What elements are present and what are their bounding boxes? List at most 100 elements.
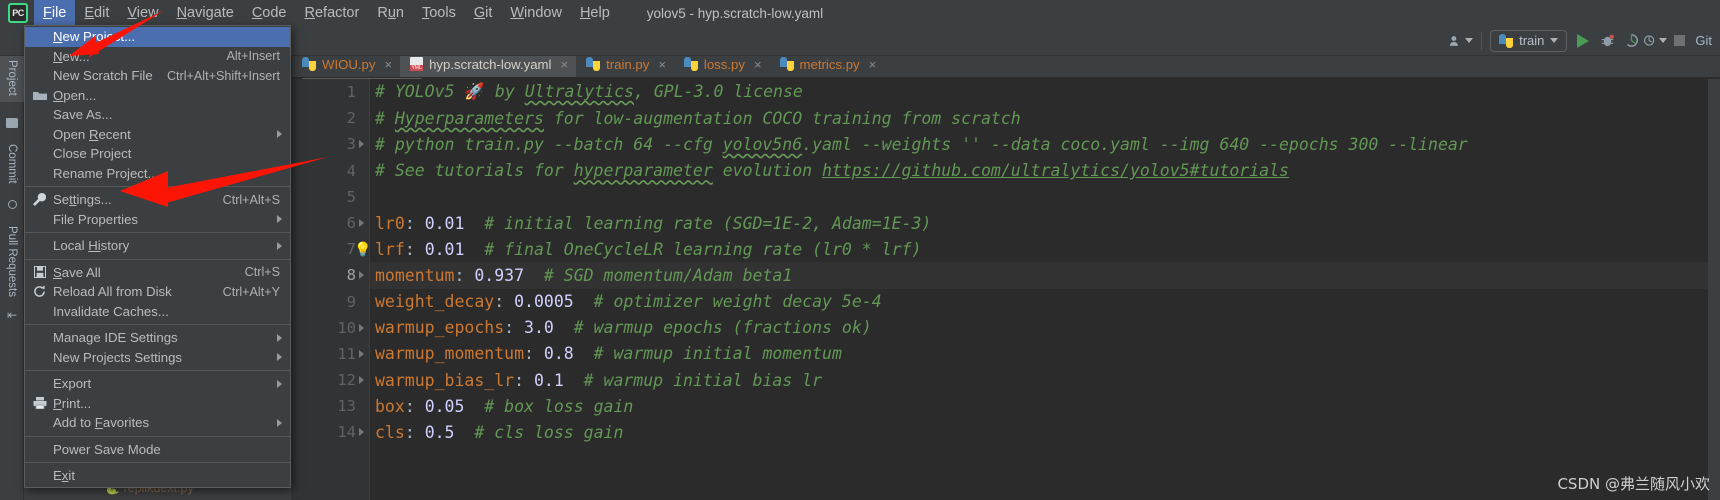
- code-line[interactable]: # python train.py --batch 64 --cfg yolov…: [370, 131, 1720, 157]
- file-menu-item-exit[interactable]: Exit: [25, 466, 290, 486]
- fold-slot[interactable]: [356, 393, 369, 419]
- coverage-button[interactable]: [1619, 30, 1643, 52]
- sidebar-item-pull-requests[interactable]: Pull Requests: [0, 220, 24, 303]
- menu-run[interactable]: Run: [368, 0, 413, 26]
- code-line[interactable]: lr0: 0.01 # initial learning rate (SGD=1…: [370, 210, 1720, 236]
- fold-arrow-icon[interactable]: [359, 376, 364, 385]
- file-menu-item-new-projects-settings[interactable]: New Projects Settings: [25, 348, 290, 368]
- file-menu-item-export[interactable]: Export: [25, 374, 290, 394]
- file-menu-item-open-recent[interactable]: Open Recent: [25, 125, 290, 145]
- file-menu-item-local-history[interactable]: Local History: [25, 236, 290, 256]
- code-line[interactable]: warmup_bias_lr: 0.1 # warmup initial bia…: [370, 367, 1720, 393]
- close-icon[interactable]: ×: [869, 57, 877, 72]
- code-line[interactable]: momentum: 0.937 # SGD momentum/Adam beta…: [370, 262, 1720, 289]
- fold-arrow-icon[interactable]: [359, 140, 364, 149]
- menu-refactor[interactable]: Refactor: [296, 0, 369, 26]
- commit-icon: [8, 200, 17, 209]
- fold-slot[interactable]: [356, 158, 369, 184]
- fold-slot[interactable]: [356, 262, 369, 288]
- file-menu-item-save-all[interactable]: Save All Ctrl+S: [25, 263, 290, 283]
- submenu-arrow-icon: [277, 353, 282, 362]
- yaml-value: 0.8: [543, 344, 574, 364]
- line-number: 1: [346, 83, 356, 101]
- code-line[interactable]: # Hyperparameters for low-augmentation C…: [370, 105, 1720, 131]
- file-menu-item-add-to-favorites[interactable]: Add to Favorites: [25, 413, 290, 433]
- fold-slot[interactable]: 💡: [354, 236, 371, 262]
- fold-arrow-icon[interactable]: [359, 218, 364, 227]
- close-icon[interactable]: ×: [560, 57, 568, 72]
- code-line[interactable]: box: 0.05 # box loss gain: [370, 393, 1720, 419]
- chevron-down-icon: [1465, 38, 1474, 43]
- file-menu-item-save-as[interactable]: Save As...: [25, 105, 290, 125]
- intention-bulb-icon[interactable]: 💡: [354, 241, 371, 257]
- menu-tools[interactable]: Tools: [413, 0, 465, 26]
- close-icon[interactable]: ×: [658, 57, 666, 72]
- code-line[interactable]: weight_decay: 0.0005 # optimizer weight …: [370, 289, 1720, 315]
- code-line[interactable]: warmup_epochs: 3.0 # warmup epochs (frac…: [370, 315, 1720, 341]
- git-toolbar-label[interactable]: Git: [1691, 33, 1716, 48]
- user-icon[interactable]: [1449, 30, 1474, 52]
- menu-item-label: Export: [53, 376, 92, 392]
- menu-window[interactable]: Window: [501, 0, 571, 26]
- file-menu-item-manage-ide-settings[interactable]: Manage IDE Settings: [25, 328, 290, 348]
- code-line[interactable]: lrf: 0.01 # final OneCycleLR learning ra…: [370, 236, 1720, 262]
- file-menu-item-new-project[interactable]: New Project...: [25, 27, 290, 47]
- menu-help[interactable]: Help: [571, 0, 619, 26]
- fold-slot[interactable]: [356, 105, 369, 131]
- gutter-line: 8: [292, 262, 356, 288]
- menu-code[interactable]: Code: [243, 0, 296, 26]
- file-menu-item-file-properties[interactable]: File Properties: [25, 210, 290, 230]
- fold-slot[interactable]: [356, 184, 369, 210]
- code-line[interactable]: # See tutorials for hyperparameter evolu…: [370, 158, 1720, 184]
- menu-item-label: Print...: [53, 395, 92, 411]
- sidebar-item-project[interactable]: Project: [0, 54, 24, 102]
- editor-marker-stripe[interactable]: [1708, 79, 1720, 500]
- close-icon[interactable]: ×: [384, 57, 392, 72]
- file-menu-item-power-save-mode[interactable]: Power Save Mode: [25, 440, 290, 460]
- file-menu-item-new-scratch-file[interactable]: New Scratch File Ctrl+Alt+Shift+Insert: [25, 66, 290, 86]
- fold-slot[interactable]: [356, 210, 369, 236]
- sidebar-item-commit[interactable]: Commit: [0, 138, 24, 190]
- file-menu-item-rename-project[interactable]: Rename Project...: [25, 164, 290, 184]
- menu-view[interactable]: View: [118, 0, 167, 26]
- fold-arrow-icon[interactable]: [359, 428, 364, 437]
- menu-separator: [25, 258, 290, 260]
- fold-slot[interactable]: [356, 419, 369, 445]
- file-menu-item-print[interactable]: Print...: [25, 394, 290, 414]
- menu-edit[interactable]: Edit: [75, 0, 118, 26]
- stop-button[interactable]: [1667, 30, 1691, 52]
- fold-slot[interactable]: [356, 367, 369, 393]
- fold-slot[interactable]: [356, 315, 369, 341]
- file-menu-item-open[interactable]: Open...: [25, 86, 290, 106]
- fold-arrow-icon[interactable]: [359, 271, 364, 280]
- code-line[interactable]: warmup_momentum: 0.8 # warmup initial mo…: [370, 341, 1720, 367]
- run-button[interactable]: [1571, 30, 1595, 52]
- fold-slot[interactable]: [356, 341, 369, 367]
- debug-button[interactable]: [1595, 30, 1619, 52]
- line-number: 6: [346, 213, 356, 232]
- file-menu-item-settings[interactable]: Settings... Ctrl+Alt+S: [25, 190, 290, 210]
- file-menu-item-close-project[interactable]: Close Project: [25, 144, 290, 164]
- close-icon[interactable]: ×: [754, 57, 762, 72]
- profile-button[interactable]: [1643, 30, 1668, 52]
- menu-git[interactable]: Git: [465, 0, 502, 26]
- fold-slot[interactable]: [356, 131, 369, 157]
- run-configuration-selector[interactable]: train: [1490, 29, 1568, 52]
- file-menu-item-new[interactable]: New... Alt+Insert: [25, 47, 290, 67]
- file-menu-item-reload-all-from-disk[interactable]: Reload All from Disk Ctrl+Alt+Y: [25, 282, 290, 302]
- menu-file[interactable]: File: [34, 0, 76, 26]
- gutter-line: 9: [292, 289, 356, 315]
- fold-arrow-icon[interactable]: [359, 323, 364, 332]
- line-number: 9: [346, 292, 356, 311]
- code-line[interactable]: [370, 184, 1720, 210]
- menu-navigate[interactable]: Navigate: [168, 0, 243, 26]
- fold-arrow-icon[interactable]: [359, 349, 364, 358]
- fold-slot[interactable]: [356, 289, 369, 315]
- menu-item-label: Open Recent: [53, 126, 131, 142]
- code-content[interactable]: # YOLOv5 🚀 by Ultralytics, GPL-3.0 licen…: [370, 79, 1720, 500]
- code-line[interactable]: # YOLOv5 🚀 by Ultralytics, GPL-3.0 licen…: [370, 79, 1720, 105]
- fold-slot[interactable]: [356, 79, 369, 105]
- code-line[interactable]: cls: 0.5 # cls loss gain: [370, 419, 1720, 445]
- file-menu-item-invalidate-caches[interactable]: Invalidate Caches...: [25, 302, 290, 322]
- submenu-arrow-icon: [277, 241, 282, 250]
